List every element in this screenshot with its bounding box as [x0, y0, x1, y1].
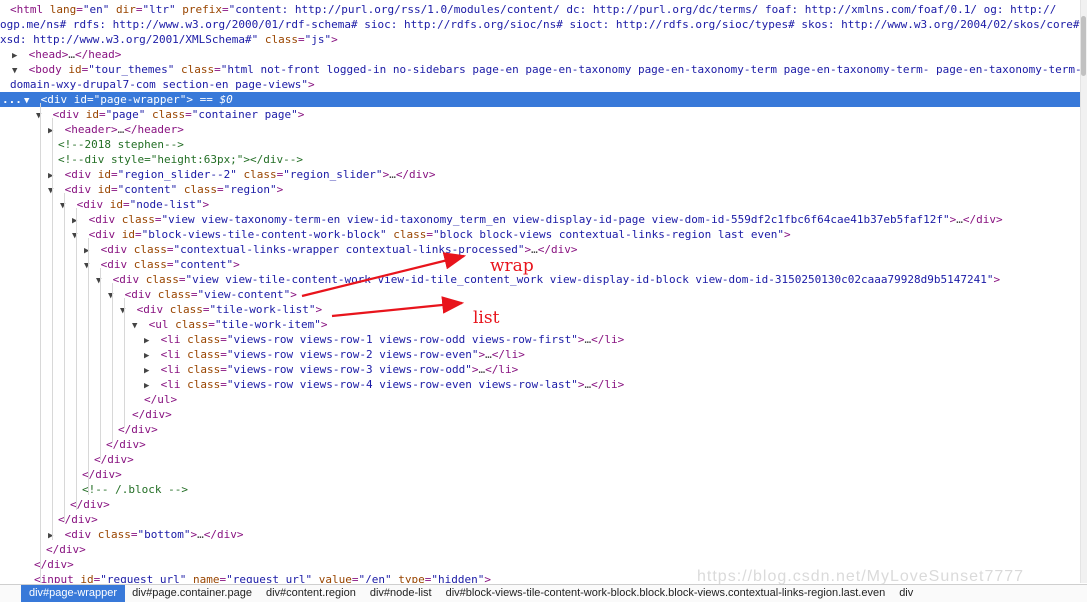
breadcrumb-bar: div#page-wrapper div#page.container.page d…: [0, 584, 1087, 602]
wrap-annotation: wrap: [490, 256, 534, 276]
breadcrumb-item[interactable]: div#page.container.page: [125, 585, 259, 602]
breadcrumb-item[interactable]: div#node-list: [363, 585, 439, 602]
list-arrow: [331, 296, 465, 318]
breadcrumb-item[interactable]: div#block-views-tile-content-work-block.…: [439, 585, 893, 602]
breadcrumb-item[interactable]: div: [892, 585, 920, 602]
wrap-arrow: [301, 252, 467, 298]
breadcrumb-item[interactable]: div#page-wrapper: [21, 585, 126, 602]
list-annotation: list: [473, 308, 500, 328]
breadcrumb-item[interactable]: div#content.region: [259, 585, 363, 602]
annotation-arrows: [301, 252, 467, 318]
